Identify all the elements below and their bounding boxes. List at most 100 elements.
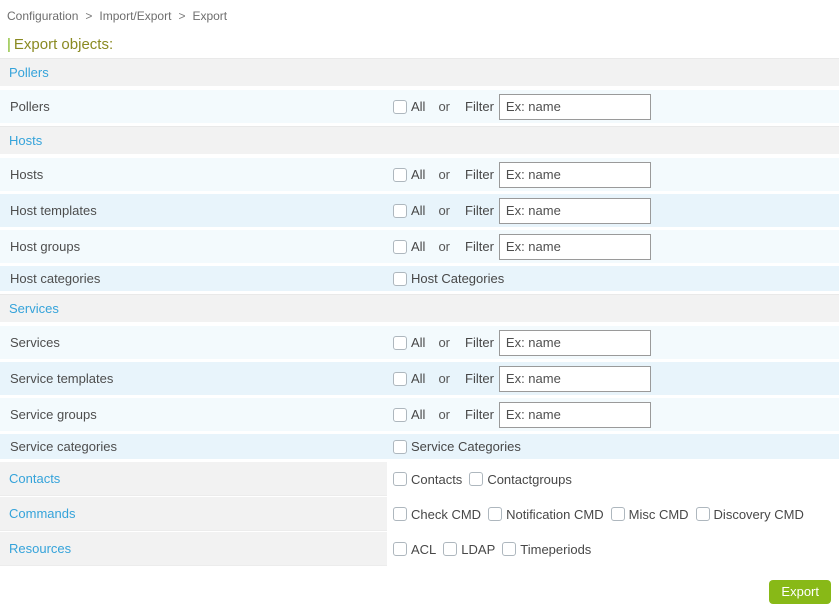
row-controls: All or Filter [393,401,651,428]
contacts-checkbox-label: Contacts [411,471,463,487]
row-service-groups: Service groups All or Filter [0,398,839,431]
or-label: or [438,167,451,182]
all-label: All [411,407,426,422]
check-cmd-checkbox-label: Check CMD [411,506,482,522]
ldap-checkbox-label: LDAP [461,541,496,557]
ldap-checkbox[interactable] [443,542,458,556]
row-label-services: Services [10,335,60,350]
all-checkbox-service-templates[interactable] [393,371,407,386]
contacts-checkbox[interactable] [393,472,407,486]
or-label: or [438,335,451,350]
row-service-categories: Service categories Service Categories [0,434,839,459]
all-checkbox-host-groups[interactable] [393,239,407,254]
row-label-service-categories: Service categories [10,439,117,454]
row-services: Services All or Filter [0,326,839,359]
row-label-service-groups: Service groups [10,407,97,422]
filter-label: Filter [465,239,494,254]
notification-cmd-checkbox[interactable] [488,507,503,521]
filter-label: Filter [465,99,494,114]
or-label: or [438,407,451,422]
or-label: or [438,239,451,254]
all-label: All [411,167,426,182]
breadcrumb-separator: > [85,9,93,23]
row-controls: All or Filter [393,197,651,224]
timeperiods-checkbox[interactable] [502,542,517,556]
discovery-cmd-checkbox[interactable] [695,507,710,521]
all-checkbox-hosts[interactable] [393,167,407,182]
row-controls: All or Filter [393,329,651,356]
row-host-templates: Host templates All or Filter [0,194,839,227]
breadcrumb-separator: > [178,9,186,23]
filter-input-host-templates[interactable] [498,197,651,224]
filter-input-host-groups[interactable] [498,233,651,260]
row-contacts: Contacts Contacts Contactgroups [0,462,839,496]
acl-checkbox-label: ACL [411,541,437,557]
filter-label: Filter [465,335,494,350]
all-label: All [411,371,426,386]
group-controls: ACL LDAP Timeperiods [387,532,599,566]
section-header-services: Services [0,294,839,322]
row-controls: All or Filter [393,365,651,392]
section-header-hosts: Hosts [0,126,839,154]
row-resources: Resources ACL LDAP Timeperiods [0,532,839,566]
footer: Export [0,567,839,604]
row-controls: All or Filter [393,233,651,260]
misc-cmd-checkbox-label: Misc CMD [628,506,689,522]
filter-input-service-groups[interactable] [498,401,651,428]
breadcrumb-item-export[interactable]: Export [192,9,227,23]
row-label-service-templates: Service templates [10,371,114,386]
all-label: All [411,239,426,254]
discovery-cmd-checkbox-label: Discovery CMD [713,506,804,522]
filter-label: Filter [465,371,494,386]
breadcrumb-item-import-export[interactable]: Import/Export [99,9,171,23]
export-button[interactable]: Export [769,580,831,604]
filter-label: Filter [465,203,494,218]
page-title-text: Export objects: [13,36,114,53]
row-label-host-groups: Host groups [10,239,81,254]
group-label-resources: Resources [0,532,387,566]
host-categories-checkbox-label: Host Categories [411,271,505,286]
acl-checkbox[interactable] [393,542,407,556]
all-label: All [411,203,426,218]
row-controls: Host Categories [393,271,511,286]
contactgroups-checkbox-label: Contactgroups [487,471,572,487]
contactgroups-checkbox[interactable] [469,472,484,486]
notification-cmd-checkbox-label: Notification CMD [506,506,604,522]
filter-input-pollers[interactable] [498,93,651,120]
title-marker: | [7,36,11,53]
all-checkbox-host-templates[interactable] [393,203,407,218]
row-hosts: Hosts All or Filter [0,158,839,191]
filter-input-service-templates[interactable] [498,365,651,392]
row-controls: Service Categories [393,439,528,454]
all-label: All [411,99,426,114]
breadcrumb-item-configuration[interactable]: Configuration [7,9,78,23]
row-label-host-categories: Host categories [10,271,101,286]
service-categories-checkbox-label: Service Categories [411,439,521,454]
or-label: or [438,203,451,218]
export-objects-table: Pollers Pollers All or Filter Hosts Host… [0,58,839,566]
row-controls: All or Filter [393,93,651,120]
all-checkbox-service-groups[interactable] [393,407,407,422]
filter-input-hosts[interactable] [498,161,651,188]
or-label: or [438,99,451,114]
group-label-commands: Commands [0,497,387,531]
group-controls: Contacts Contactgroups [387,462,579,496]
check-cmd-checkbox[interactable] [393,507,407,521]
row-host-groups: Host groups All or Filter [0,230,839,263]
group-controls: Check CMD Notification CMD Misc CMD Disc… [387,497,811,531]
service-categories-checkbox[interactable] [393,439,407,454]
misc-cmd-checkbox[interactable] [610,507,625,521]
section-header-pollers: Pollers [0,58,839,86]
all-label: All [411,335,426,350]
row-label-pollers: Pollers [10,99,50,114]
row-pollers: Pollers All or Filter [0,90,839,123]
all-checkbox-pollers[interactable] [393,99,407,114]
host-categories-checkbox[interactable] [393,271,407,286]
filter-label: Filter [465,407,494,422]
row-service-templates: Service templates All or Filter [0,362,839,395]
row-commands: Commands Check CMD Notification CMD Misc… [0,497,839,531]
all-checkbox-services[interactable] [393,335,407,350]
filter-input-services[interactable] [498,329,651,356]
row-label-hosts: Hosts [10,167,44,182]
row-host-categories: Host categories Host Categories [0,266,839,291]
